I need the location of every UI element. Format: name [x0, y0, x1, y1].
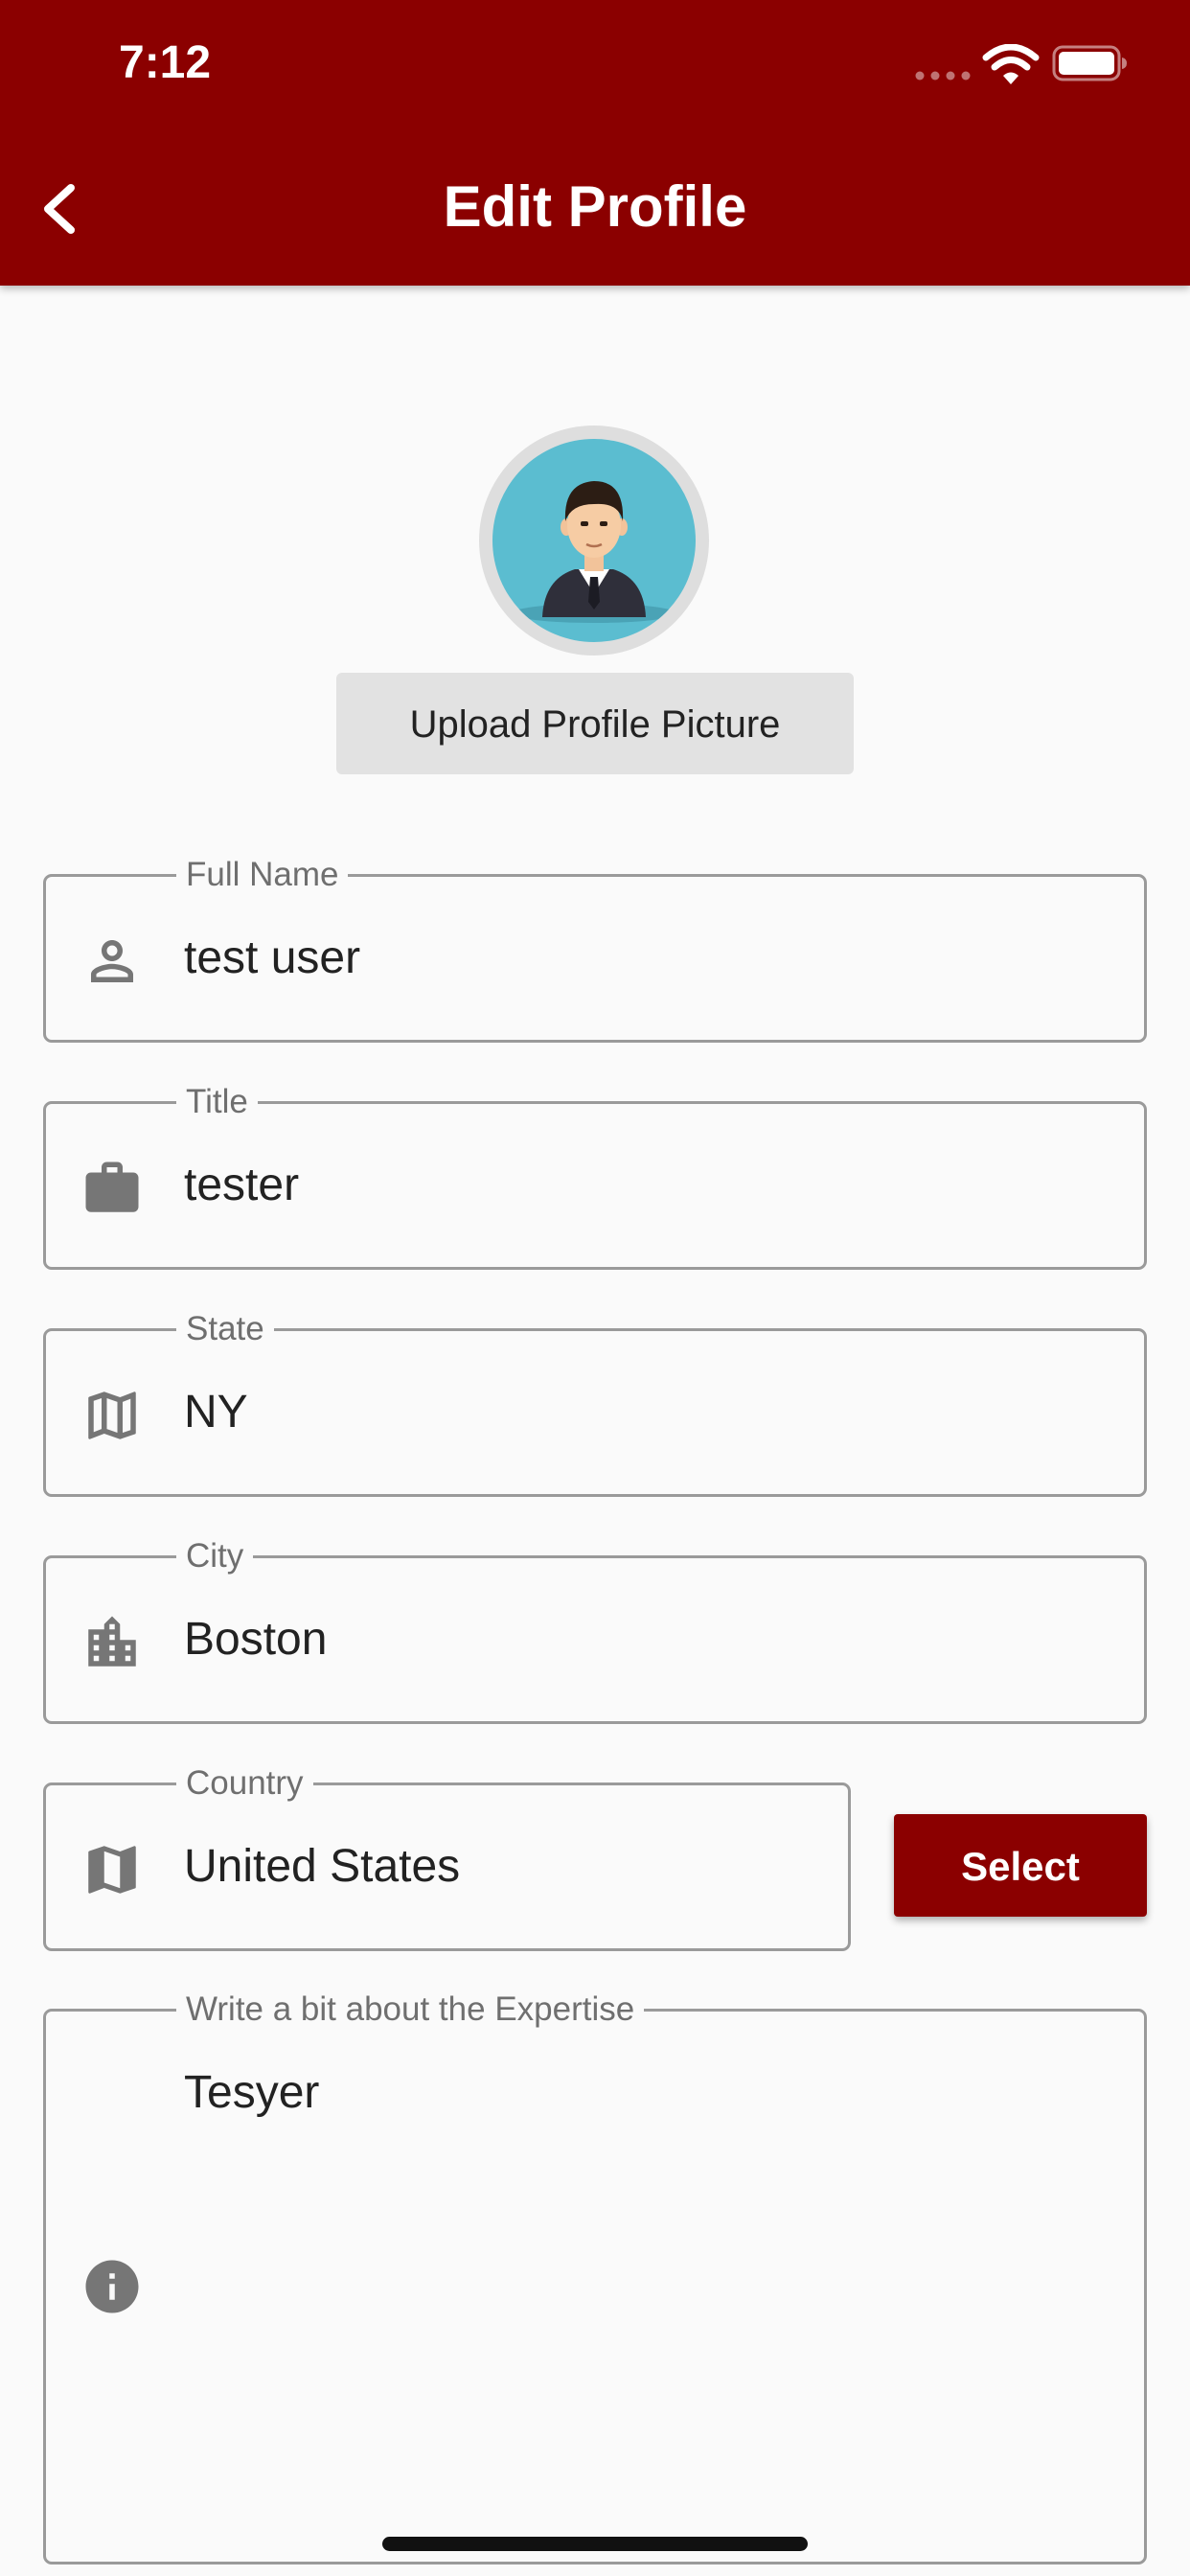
full-name-input[interactable]: test user	[184, 930, 360, 987]
info-icon	[85, 2260, 139, 2313]
country-field[interactable]: Country United States	[43, 1762, 851, 1951]
avatar[interactable]	[479, 426, 709, 656]
wifi-icon	[982, 44, 1040, 84]
businessman-avatar	[492, 439, 696, 642]
expertise-field[interactable]: Write a bit about the Expertise Tesyer	[43, 1989, 1147, 2564]
map-icon	[88, 1392, 136, 1439]
state-input[interactable]: NY	[184, 1384, 248, 1441]
page-title: Edit Profile	[443, 174, 747, 239]
map-filled-icon	[88, 1846, 136, 1894]
title-label: Title	[176, 1081, 258, 1123]
home-indicator	[382, 2537, 808, 2551]
city-label: City	[176, 1535, 254, 1577]
expertise-input[interactable]: Tesyer	[184, 2064, 319, 2122]
upload-profile-picture-button[interactable]: Upload Profile Picture	[336, 673, 854, 774]
person-icon	[91, 940, 133, 982]
title-field[interactable]: Title tester	[43, 1081, 1147, 1270]
state-label: State	[176, 1308, 274, 1350]
full-name-label: Full Name	[176, 854, 349, 896]
status-time: 7:12	[119, 37, 212, 88]
battery-icon	[1052, 45, 1127, 81]
title-input[interactable]: tester	[184, 1157, 299, 1214]
city-input[interactable]: Boston	[184, 1611, 327, 1668]
country-input[interactable]: United States	[184, 1838, 460, 1896]
city-icon	[88, 1616, 136, 1667]
signal-dots-icon	[915, 71, 971, 80]
full-name-field[interactable]: Full Name test user	[43, 854, 1147, 1043]
app-bar: 7:12 Edit Profile	[0, 0, 1190, 286]
briefcase-icon	[85, 1162, 139, 1212]
state-field[interactable]: State NY	[43, 1308, 1147, 1497]
select-country-button[interactable]: Select	[894, 1814, 1147, 1917]
expertise-label: Write a bit about the Expertise	[176, 1989, 645, 2031]
country-label: Country	[176, 1762, 313, 1805]
city-field[interactable]: City Boston	[43, 1535, 1147, 1724]
